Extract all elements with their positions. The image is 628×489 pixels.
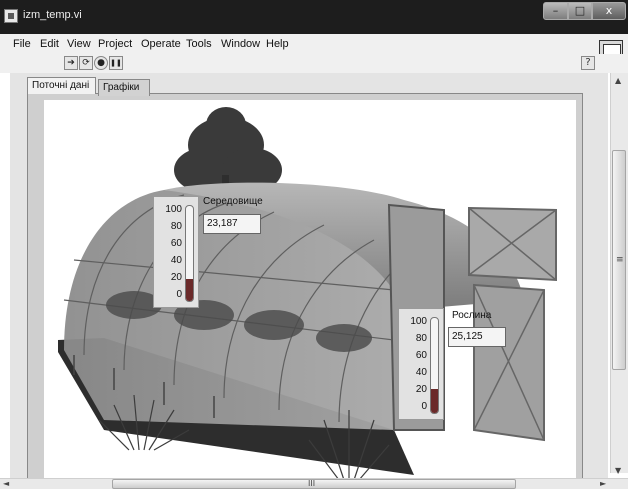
vertical-scroll-grip-icon: ≡ [616, 255, 624, 265]
menu-window[interactable]: Window [221, 38, 260, 50]
title-bar [0, 0, 628, 34]
thermo-env-value: 23,187 [203, 214, 261, 234]
close-button[interactable]: x [592, 2, 626, 20]
thermo-plant-tick-40: 40 [415, 367, 427, 378]
minimize-button[interactable]: – [543, 2, 568, 20]
thermo-plant-tube [430, 317, 439, 414]
greenhouse-image [44, 100, 576, 483]
thermo-env-tube [185, 205, 194, 302]
thermometer-plant: 100 80 60 40 20 0 [398, 308, 444, 420]
thermo-env-tick-40: 40 [170, 255, 182, 266]
greenhouse-illustration [58, 107, 557, 481]
menu-help[interactable]: Help [266, 38, 289, 50]
vi-window-icon[interactable] [4, 9, 18, 23]
tab-graphs[interactable]: Графіки [98, 79, 150, 96]
thermo-plant-tick-80: 80 [415, 333, 427, 344]
thermo-env-label: Середовище [203, 196, 263, 207]
scroll-left-arrow-icon[interactable]: ◄ [3, 479, 9, 488]
tab-current-data[interactable]: Поточні дані [27, 77, 96, 94]
thermo-env-tick-80: 80 [170, 221, 182, 232]
window-title: izm_temp.vi [23, 9, 82, 21]
maximize-button[interactable]: □ [568, 2, 592, 20]
menu-bar [0, 34, 628, 54]
thermo-env-tick-100: 100 [165, 204, 182, 215]
menu-file[interactable]: File [13, 38, 31, 50]
scroll-down-arrow-icon[interactable]: ▼ [615, 466, 621, 475]
horizontal-scroll-grip-icon: III [308, 479, 316, 488]
thermo-plant-tick-60: 60 [415, 350, 427, 361]
abort-execution-icon[interactable]: ● [94, 56, 108, 70]
scroll-right-arrow-icon[interactable]: ► [600, 479, 606, 488]
thermo-env-tick-0: 0 [176, 289, 182, 300]
pause-icon[interactable]: ❚❚ [109, 56, 123, 70]
menu-operate[interactable]: Operate [141, 38, 181, 50]
thermo-env-tick-60: 60 [170, 238, 182, 249]
scroll-up-arrow-icon[interactable]: ▲ [615, 76, 621, 85]
thermo-plant-tick-100: 100 [410, 316, 427, 327]
thermo-env-mercury [186, 279, 193, 301]
menu-edit[interactable]: Edit [40, 38, 59, 50]
thermo-plant-label: Рослина [452, 310, 492, 321]
menu-view[interactable]: View [67, 38, 91, 50]
menu-tools[interactable]: Tools [186, 38, 212, 50]
context-help-icon[interactable]: ? [581, 56, 595, 70]
thermo-plant-tick-0: 0 [421, 401, 427, 412]
thermo-env-tick-20: 20 [170, 272, 182, 283]
run-continuously-icon[interactable]: ⟳ [79, 56, 93, 70]
menu-project[interactable]: Project [98, 38, 132, 50]
thermometer-environment: 100 80 60 40 20 0 [153, 196, 199, 308]
thermo-plant-tick-20: 20 [415, 384, 427, 395]
thermo-plant-value: 25,125 [448, 327, 506, 347]
run-arrow-icon[interactable]: ➔ [64, 56, 78, 70]
thermo-plant-mercury [431, 389, 438, 413]
